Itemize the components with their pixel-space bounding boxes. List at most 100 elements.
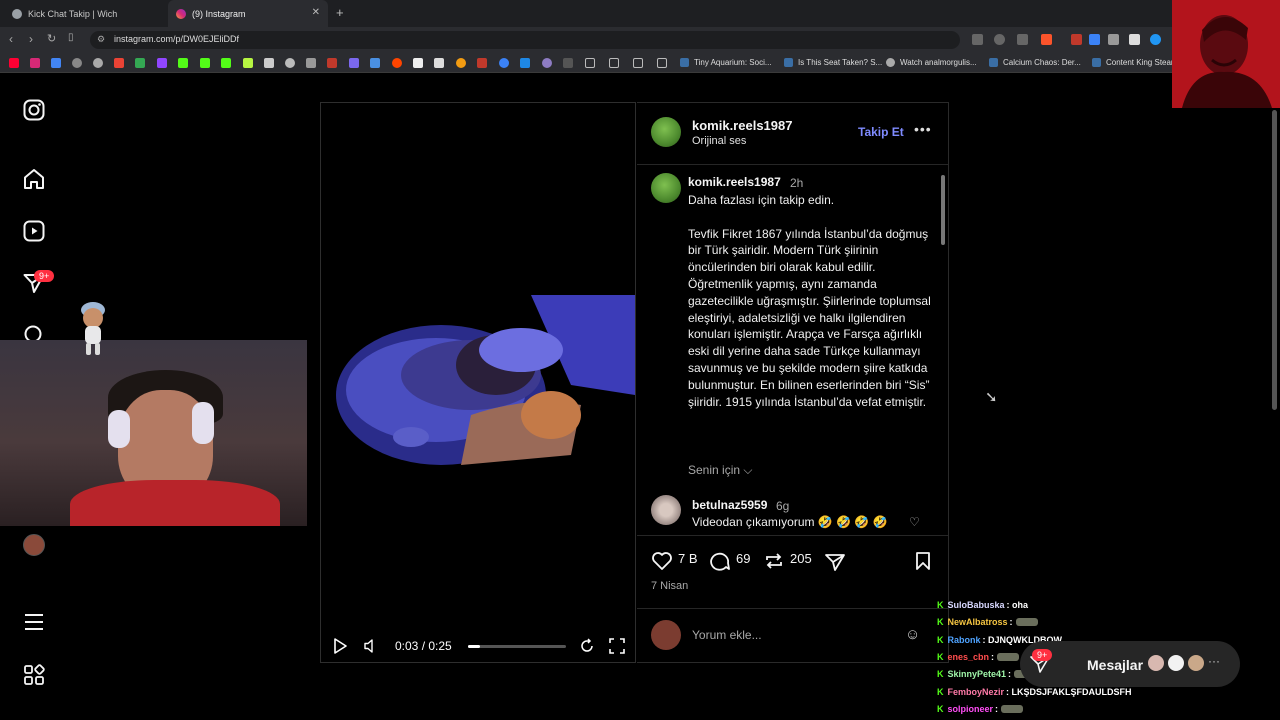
chat-text: :	[991, 651, 995, 662]
bookmark-page-icon[interactable]: ▯	[68, 32, 74, 43]
bookmark-icon[interactable]	[542, 58, 552, 68]
folder-icon[interactable]	[633, 58, 643, 68]
page-scrollbar-thumb[interactable]	[1272, 110, 1277, 410]
zoom-icon[interactable]	[994, 34, 1005, 45]
close-tab-icon[interactable]: ✕	[312, 7, 320, 18]
comments-scrollbar[interactable]	[940, 165, 946, 535]
kick-bookmark-icon[interactable]	[221, 58, 231, 68]
extension-icon[interactable]	[1108, 34, 1119, 45]
play-icon[interactable]	[333, 638, 347, 654]
reels-icon[interactable]	[22, 219, 46, 243]
forward-icon[interactable]: ›	[29, 32, 33, 46]
bookmark-icon[interactable]	[306, 58, 316, 68]
page-scrollbar[interactable]	[1271, 75, 1278, 715]
profile-avatar[interactable]	[23, 534, 45, 556]
home-icon[interactable]	[22, 167, 46, 191]
extension-icon[interactable]	[1129, 34, 1140, 45]
bookmark-icon[interactable]	[434, 58, 444, 68]
bookmark-icon[interactable]	[327, 58, 337, 68]
folder-icon[interactable]	[657, 58, 667, 68]
post-audio-label[interactable]: Orijinal ses	[692, 135, 746, 147]
emoji-picker-icon[interactable]: ☺	[905, 626, 920, 643]
loop-icon[interactable]	[579, 638, 595, 654]
bookmark-icon[interactable]	[264, 58, 274, 68]
gmail-bookmark-icon[interactable]	[114, 58, 124, 68]
share-icon[interactable]	[824, 552, 846, 572]
bookmark-icon[interactable]	[243, 58, 253, 68]
bookmark-icon[interactable]	[72, 58, 82, 68]
video-frame[interactable]	[321, 295, 635, 473]
comment-like-heart-icon[interactable]: ♡	[909, 515, 920, 529]
bookmark-icon[interactable]	[499, 58, 509, 68]
share-icon[interactable]	[1017, 34, 1028, 45]
site-info-icon[interactable]: ⚙	[97, 34, 105, 45]
fullscreen-icon[interactable]	[609, 638, 625, 654]
url-field[interactable]: ⚙ instagram.com/p/DW0EJEliDDf	[90, 31, 960, 49]
comments-count[interactable]: 69	[736, 551, 750, 566]
author-avatar[interactable]	[651, 117, 681, 147]
youtube-bookmark-icon[interactable]	[9, 58, 19, 68]
mute-icon[interactable]	[363, 638, 377, 654]
comment-username[interactable]: betulnaz5959	[692, 498, 767, 512]
follow-button[interactable]: Takip Et	[858, 125, 904, 139]
bookmark-calcium-chaos[interactable]: Calcium Chaos: Der...	[989, 58, 1081, 67]
extension-icon[interactable]	[1071, 34, 1082, 45]
repost-icon[interactable]	[763, 551, 785, 571]
instagram-bookmark-icon[interactable]	[30, 58, 40, 68]
bookmark-icon[interactable]	[413, 58, 423, 68]
comment-bubble-icon[interactable]	[708, 551, 730, 571]
video-progress-bar[interactable]	[468, 645, 566, 648]
like-heart-icon[interactable]	[651, 551, 673, 571]
webcam-shirt	[70, 480, 280, 526]
bookmark-icon[interactable]	[370, 58, 380, 68]
tab-kick-chat[interactable]: Kick Chat Takip | Wich	[4, 0, 166, 27]
cast-icon[interactable]	[972, 34, 983, 45]
more-apps-icon[interactable]	[22, 663, 46, 687]
caption-username[interactable]: komik.reels1987	[688, 175, 781, 189]
bookmark-icon[interactable]	[51, 58, 61, 68]
instagram-logo-icon[interactable]	[22, 98, 46, 122]
back-icon[interactable]: ‹	[9, 32, 13, 46]
brave-shield-icon[interactable]	[1041, 34, 1052, 45]
reddit-bookmark-icon[interactable]	[392, 58, 402, 68]
reel-video-player[interactable]: 0:03 / 0:25	[320, 102, 636, 663]
more-options-icon[interactable]: ···	[1208, 654, 1220, 668]
chat-emote-icon	[997, 652, 1020, 661]
folder-icon[interactable]	[585, 58, 595, 68]
kick-badge-icon: K	[937, 651, 944, 662]
likes-count[interactable]: 7 B	[678, 551, 698, 566]
bookmark-icon[interactable]	[477, 58, 487, 68]
save-bookmark-icon[interactable]	[913, 551, 933, 571]
reposts-count[interactable]: 205	[790, 551, 812, 566]
kick-bookmark-icon[interactable]	[200, 58, 210, 68]
extension-icon[interactable]	[1089, 34, 1100, 45]
bookmark-icon[interactable]	[456, 58, 466, 68]
steam-icon	[680, 58, 689, 67]
bookmark-icon[interactable]	[349, 58, 359, 68]
bookmark-seat-taken[interactable]: Is This Seat Taken? S...	[784, 58, 882, 67]
bookmark-icon[interactable]	[285, 58, 295, 68]
reload-icon[interactable]: ↻	[47, 32, 56, 45]
caption-author-avatar[interactable]	[651, 173, 681, 203]
bookmark-icon[interactable]	[93, 58, 103, 68]
extension-icon[interactable]	[1150, 34, 1161, 45]
new-tab-button[interactable]: +	[336, 5, 344, 20]
messages-popup[interactable]: 9+ Mesajlar ···	[1020, 641, 1240, 687]
bookmark-watch[interactable]: Watch analmorgulis...	[886, 58, 977, 67]
twitch-bookmark-icon[interactable]	[157, 58, 167, 68]
commenter-avatar[interactable]	[651, 495, 681, 525]
bookmark-content-king[interactable]: Content King Steam	[1092, 58, 1178, 67]
post-author-username[interactable]: komik.reels1987	[692, 118, 792, 133]
kick-bookmark-icon[interactable]	[178, 58, 188, 68]
tab-instagram[interactable]: (9) Instagram ✕	[168, 0, 328, 27]
bookmark-icon[interactable]	[520, 58, 530, 68]
folder-icon[interactable]	[609, 58, 619, 68]
for-you-toggle[interactable]: Senin için ⌵	[688, 463, 752, 478]
bookmark-icon[interactable]	[563, 58, 573, 68]
more-options-icon[interactable]: •••	[914, 121, 932, 137]
bookmark-tiny-aquarium[interactable]: Tiny Aquarium: Soci...	[680, 58, 772, 67]
scrollbar-thumb[interactable]	[941, 175, 945, 245]
drive-bookmark-icon[interactable]	[135, 58, 145, 68]
add-comment-input[interactable]	[692, 628, 892, 642]
menu-icon[interactable]	[22, 610, 46, 634]
